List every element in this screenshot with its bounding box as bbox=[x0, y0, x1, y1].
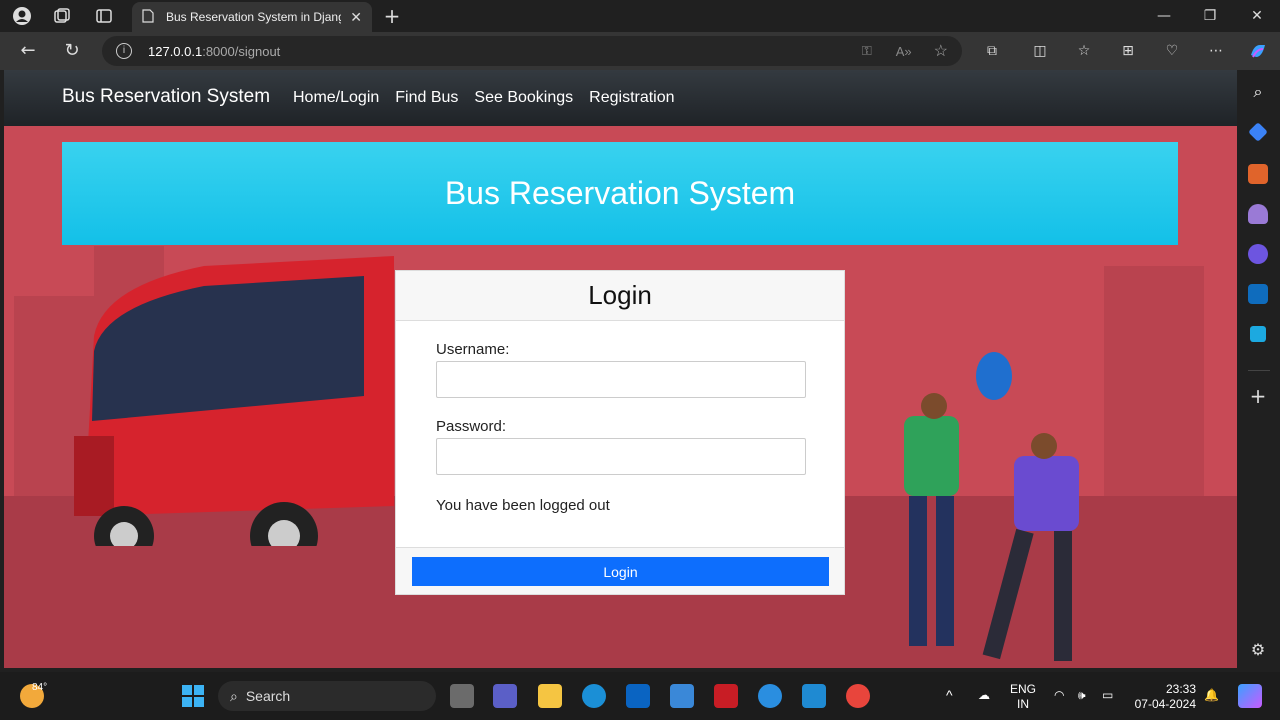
myhp-icon[interactable] bbox=[626, 684, 650, 708]
back-icon[interactable]: ← bbox=[18, 41, 38, 61]
username-label: Username: bbox=[436, 341, 510, 358]
nav-links: Home/Login Find Bus See Bookings Registr… bbox=[293, 89, 675, 107]
taskbar-search[interactable]: ⌕ Search bbox=[218, 681, 436, 711]
task-view-icon[interactable] bbox=[450, 684, 474, 708]
nav-link-see-bookings[interactable]: See Bookings bbox=[474, 89, 573, 107]
collections-icon[interactable]: ⊞ bbox=[1118, 41, 1138, 61]
login-button[interactable]: Login bbox=[412, 557, 829, 586]
site-navbar: Bus Reservation System Home/Login Find B… bbox=[4, 70, 1237, 126]
search-icon[interactable]: ⌕ bbox=[1248, 82, 1268, 102]
split-screen-icon[interactable]: ◫ bbox=[1030, 41, 1050, 61]
more-menu-icon[interactable]: ⋯ bbox=[1206, 41, 1226, 61]
search-icon: ⌕ bbox=[230, 687, 238, 704]
favorite-star-icon[interactable]: ☆ bbox=[934, 41, 948, 61]
copilot-designer-icon[interactable] bbox=[1248, 244, 1268, 264]
add-icon[interactable]: + bbox=[1248, 386, 1268, 406]
workspaces-icon[interactable] bbox=[52, 6, 72, 26]
page-viewport: Bus Reservation System Home/Login Find B… bbox=[4, 70, 1237, 668]
teams-icon[interactable] bbox=[493, 684, 517, 708]
browser-toolbar: ← ↻ i 127.0.0.1 :8000/signout ⚿ A» ☆ ⧉ ◫… bbox=[0, 32, 1280, 70]
url-host: 127.0.0.1 bbox=[148, 43, 203, 59]
shopping-tag-icon[interactable] bbox=[1248, 122, 1268, 142]
notification-bell-icon[interactable]: 🔔 bbox=[1204, 688, 1219, 703]
password-input[interactable] bbox=[436, 438, 806, 475]
browser-titlebar: Bus Reservation System in Djang ✕ + — ❐ … bbox=[0, 0, 1280, 32]
login-card-footer: Login bbox=[396, 547, 844, 594]
refresh-icon[interactable]: ↻ bbox=[62, 41, 82, 61]
restore-icon[interactable]: ❐ bbox=[1200, 6, 1220, 26]
get-help-icon[interactable] bbox=[758, 684, 782, 708]
browser-sidebar: ⌕ + ⚙ bbox=[1238, 70, 1280, 668]
close-window-icon[interactable]: ✕ bbox=[1247, 6, 1267, 26]
browser-tab[interactable]: Bus Reservation System in Djang ✕ bbox=[132, 2, 372, 32]
clock-time: 23:33 bbox=[1165, 682, 1196, 696]
language-region: IN bbox=[1017, 697, 1029, 711]
nav-link-home-login[interactable]: Home/Login bbox=[293, 89, 379, 107]
tab-title: Bus Reservation System in Djang bbox=[166, 10, 341, 24]
settings-gear-icon[interactable]: ⚙ bbox=[1248, 640, 1268, 660]
username-input[interactable] bbox=[436, 361, 806, 398]
url-path: :8000/signout bbox=[202, 43, 281, 59]
clock-date: 07-04-2024 bbox=[1134, 697, 1196, 711]
wifi-icon[interactable]: ◠ bbox=[1054, 688, 1064, 703]
file-explorer-icon[interactable] bbox=[538, 684, 562, 708]
hero-banner: Bus Reservation System bbox=[62, 142, 1178, 245]
bus-illustration bbox=[74, 256, 394, 546]
mcafee-icon[interactable] bbox=[714, 684, 738, 708]
volume-icon[interactable]: 🕪 bbox=[1078, 688, 1086, 703]
weather-temperature: 84° bbox=[32, 682, 48, 693]
read-aloud-icon[interactable]: A» bbox=[896, 44, 912, 59]
copilot-icon[interactable] bbox=[1248, 41, 1268, 61]
profile-icon[interactable] bbox=[12, 6, 32, 26]
send-icon[interactable] bbox=[1250, 326, 1266, 342]
start-windows-icon[interactable] bbox=[181, 684, 205, 708]
login-heading: Login bbox=[396, 271, 844, 321]
sidebar-divider bbox=[1248, 370, 1270, 371]
show-hidden-icons-chevron-icon[interactable]: ^ bbox=[946, 688, 953, 703]
key-icon[interactable]: ⚿ bbox=[862, 43, 872, 59]
nav-link-registration[interactable]: Registration bbox=[589, 89, 674, 107]
favorites-icon[interactable]: ☆ bbox=[1074, 41, 1094, 61]
address-bar[interactable]: i 127.0.0.1 :8000/signout ⚿ A» ☆ bbox=[102, 36, 962, 66]
password-label: Password: bbox=[436, 418, 507, 435]
microsoft-store-icon[interactable] bbox=[670, 684, 694, 708]
language-indicator[interactable]: ENG IN bbox=[1010, 682, 1036, 712]
vscode-icon[interactable] bbox=[802, 684, 826, 708]
browser-essentials-icon[interactable]: ♡ bbox=[1162, 41, 1182, 61]
minimize-icon[interactable]: — bbox=[1154, 6, 1174, 26]
network-offline-icon[interactable]: ☁ bbox=[978, 688, 990, 703]
outlook-icon[interactable] bbox=[1248, 284, 1268, 304]
taskbar-search-label: Search bbox=[245, 688, 291, 704]
nav-link-find-bus[interactable]: Find Bus bbox=[395, 89, 458, 107]
language-code: ENG bbox=[1010, 682, 1037, 696]
copilot-taskbar-icon[interactable] bbox=[1238, 684, 1262, 708]
celebrating-people-illustration bbox=[904, 352, 1079, 661]
clock[interactable]: 23:33 07-04-2024 bbox=[1134, 682, 1196, 712]
extensions-icon[interactable]: ⧉ bbox=[982, 41, 1002, 61]
navbar-brand[interactable]: Bus Reservation System bbox=[62, 86, 270, 108]
windows-taskbar: 84° ⌕ Search ^ ☁ ENG IN ◠ 🕪 ▭ 23:33 07-0… bbox=[0, 672, 1280, 720]
battery-icon[interactable]: ▭ bbox=[1102, 688, 1113, 703]
info-icon[interactable]: i bbox=[116, 43, 132, 59]
logout-message: You have been logged out bbox=[436, 497, 610, 514]
login-card: Login Username: Password: You have been … bbox=[395, 270, 845, 595]
chrome-icon[interactable] bbox=[846, 684, 870, 708]
close-tab-icon[interactable]: ✕ bbox=[350, 9, 362, 26]
new-tab-icon[interactable]: + bbox=[382, 4, 402, 28]
tools-icon[interactable] bbox=[1248, 164, 1268, 184]
page-icon bbox=[142, 8, 154, 26]
edge-browser-icon[interactable] bbox=[582, 684, 606, 708]
tab-actions-icon[interactable] bbox=[94, 6, 114, 26]
games-icon[interactable] bbox=[1248, 204, 1268, 224]
hero-title: Bus Reservation System bbox=[444, 175, 796, 211]
